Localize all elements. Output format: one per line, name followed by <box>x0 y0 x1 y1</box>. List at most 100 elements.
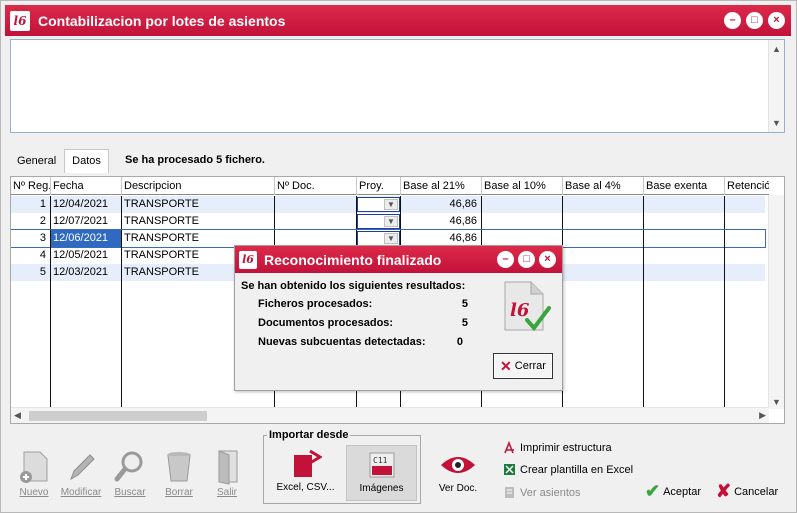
col-header-base10[interactable]: Base al 10% <box>482 177 563 195</box>
close-button[interactable]: × <box>768 12 785 29</box>
recognition-dialog: l6 Reconocimiento finalizado – □ × Se ha… <box>234 245 563 391</box>
cell-retencion[interactable] <box>725 264 765 281</box>
cell-exenta[interactable] <box>644 213 725 230</box>
col-header-doc[interactable]: Nº Doc. <box>275 177 357 195</box>
cell-descripcion[interactable]: TRANSPORTE <box>122 213 275 230</box>
main-window: l6 Contabilizacion por lotes de asientos… <box>0 0 797 513</box>
col-header-fecha[interactable]: Fecha <box>51 177 122 195</box>
cell-base4[interactable] <box>563 213 644 230</box>
scroll-down-icon[interactable]: ▼ <box>769 116 784 130</box>
memo-scrollbar[interactable]: ▲ ▼ <box>768 40 784 132</box>
cell-base10[interactable] <box>482 196 563 213</box>
import-imagenes-label: Imágenes <box>359 483 404 494</box>
maximize-button[interactable]: □ <box>746 12 763 29</box>
cell-retencion[interactable] <box>725 196 765 213</box>
cell-exenta[interactable] <box>644 247 725 264</box>
scroll-left-icon[interactable]: ◀ <box>14 410 21 421</box>
chevron-down-icon[interactable]: ▼ <box>384 233 398 244</box>
cell-doc[interactable] <box>275 213 357 230</box>
cell-descripcion[interactable]: TRANSPORTE <box>122 196 275 213</box>
table-row[interactable]: 2 12/07/2021 TRANSPORTE ▼ 46,86 <box>11 213 765 230</box>
cell-base4[interactable] <box>563 196 644 213</box>
nuevo-label: Nuevo <box>19 487 49 498</box>
cell-fecha[interactable]: 12/04/2021 <box>51 196 122 213</box>
result-subcuentas: Nuevas subcuentas detectadas: 0 <box>258 336 463 352</box>
dialog-heading: Se han obtenido los siguientes resultado… <box>241 280 466 292</box>
col-header-exenta[interactable]: Base exenta <box>644 177 725 195</box>
cell-base10[interactable] <box>482 213 563 230</box>
modificar-button[interactable]: Modificar <box>58 449 104 501</box>
scroll-thumb[interactable] <box>29 411 207 421</box>
scroll-up-icon[interactable]: ▲ <box>769 42 784 56</box>
cancel-icon: ✘ <box>716 481 732 501</box>
close-icon: ✕ <box>500 357 512 374</box>
search-icon <box>112 449 148 485</box>
pdf-icon <box>504 441 514 454</box>
cell-fecha[interactable]: 12/07/2021 <box>51 213 122 230</box>
tab-general[interactable]: General <box>9 149 64 173</box>
cancelar-button[interactable]: ✘ Cancelar <box>716 481 778 502</box>
aceptar-button[interactable]: ✔ Aceptar <box>645 481 701 502</box>
result-ficheros: Ficheros procesados: 5 <box>258 298 468 314</box>
buscar-label: Buscar <box>114 487 146 498</box>
grid-vertical-scrollbar[interactable]: ▼ <box>768 195 784 409</box>
ver-asientos-label: Ver asientos <box>520 486 581 499</box>
minimize-button[interactable]: – <box>497 251 514 268</box>
title-bar: l6 Contabilizacion por lotes de asientos… <box>5 5 791 36</box>
grid-horizontal-scrollbar[interactable]: ◀ ▶ <box>11 407 769 423</box>
cell-base4[interactable] <box>563 230 644 247</box>
status-message: Se ha procesado 5 fichero. <box>125 154 265 166</box>
col-header-descripcion[interactable]: Descripcion <box>122 177 275 195</box>
close-button[interactable]: × <box>539 251 556 268</box>
cell-retencion[interactable] <box>725 213 765 230</box>
cell-base21[interactable]: 46,86 <box>401 196 482 213</box>
cell-reg: 4 <box>11 247 51 264</box>
chevron-down-icon[interactable]: ▼ <box>384 199 398 210</box>
cell-proy[interactable]: ▼ <box>357 213 401 230</box>
cell-base4[interactable] <box>563 264 644 281</box>
chevron-down-icon[interactable]: ▼ <box>384 216 398 227</box>
close-dialog-button[interactable]: ✕ Cerrar <box>493 353 553 379</box>
col-header-retencion[interactable]: Retenció <box>725 177 769 195</box>
buscar-button[interactable]: Buscar <box>107 449 153 501</box>
import-imagenes-button[interactable]: C11 Imágenes <box>346 445 417 501</box>
borrar-button[interactable]: Borrar <box>156 449 202 501</box>
minimize-button[interactable]: – <box>724 12 741 29</box>
ver-asientos-link[interactable]: Ver asientos <box>503 486 581 499</box>
log-memo[interactable]: ▲ ▼ <box>10 39 785 133</box>
scroll-down-icon[interactable]: ▼ <box>769 397 784 407</box>
import-excel-button[interactable]: Excel, CSV... <box>270 445 341 501</box>
maximize-button[interactable]: □ <box>518 251 535 268</box>
tab-datos[interactable]: Datos <box>64 149 109 173</box>
salir-button[interactable]: Salir <box>204 449 250 501</box>
cell-exenta[interactable] <box>644 264 725 281</box>
table-row[interactable]: 1 12/04/2021 TRANSPORTE ▼ 46,86 <box>11 196 765 213</box>
cell-fecha[interactable]: 12/05/2021 <box>51 247 122 264</box>
proy-combo[interactable]: ▼ <box>357 214 400 229</box>
result-value: 0 <box>456 336 463 348</box>
imprimir-estructura-link[interactable]: Imprimir estructura <box>503 441 612 454</box>
scroll-right-icon[interactable]: ▶ <box>759 410 766 421</box>
cell-base4[interactable] <box>563 247 644 264</box>
col-header-base4[interactable]: Base al 4% <box>563 177 644 195</box>
cell-reg: 2 <box>11 213 51 230</box>
cell-fecha[interactable]: 12/03/2021 <box>51 264 122 281</box>
cell-fecha[interactable]: 12/06/2021 <box>51 230 122 247</box>
cell-doc[interactable] <box>275 196 357 213</box>
borrar-label: Borrar <box>165 487 193 498</box>
cell-exenta[interactable] <box>644 196 725 213</box>
crear-plantilla-link[interactable]: Crear plantilla en Excel <box>503 463 633 476</box>
proy-combo[interactable]: ▼ <box>357 231 400 246</box>
cell-retencion[interactable] <box>725 247 765 264</box>
ver-doc-button[interactable]: Ver Doc. <box>433 451 483 494</box>
col-header-base21[interactable]: Base al 21% <box>401 177 482 195</box>
col-header-proy[interactable]: Proy. <box>357 177 401 195</box>
col-header-reg[interactable]: Nº Reg. <box>11 177 51 195</box>
proy-combo[interactable]: ▼ <box>357 197 400 212</box>
cell-base21[interactable]: 46,86 <box>401 213 482 230</box>
nuevo-button[interactable]: Nuevo <box>11 449 57 501</box>
cell-proy[interactable]: ▼ <box>357 196 401 213</box>
window-title: Contabilizacion por lotes de asientos <box>38 12 286 29</box>
cell-retencion[interactable] <box>725 230 765 247</box>
cell-exenta[interactable] <box>644 230 725 247</box>
